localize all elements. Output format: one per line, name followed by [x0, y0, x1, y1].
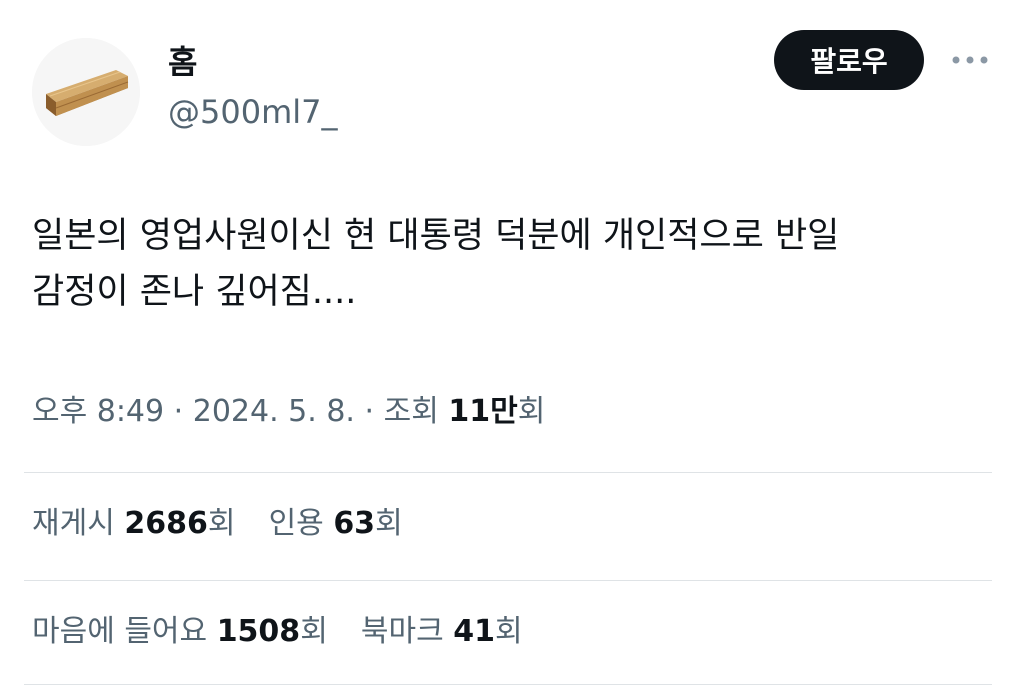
separator: ·	[173, 394, 184, 429]
display-name[interactable]: 홈	[168, 40, 197, 84]
tweet-time[interactable]: 오후 8:49	[32, 394, 164, 429]
quotes-label: 인용	[268, 506, 324, 541]
tweet-text: 일본의 영업사원이신 현 대통령 덕분에 개인적으로 반일 감정이 존나 깊어짐…	[32, 208, 992, 320]
separator: ·	[364, 394, 375, 429]
more-horizontal-icon	[952, 56, 988, 64]
tweet-text-line: 감정이 존나 깊어짐....	[32, 272, 357, 312]
retweets-count: 2686	[124, 506, 208, 541]
quotes-count: 63	[333, 506, 376, 541]
stats-row-reposts: 재게시 2686회 인용 63회	[32, 500, 403, 548]
avatar[interactable]	[32, 38, 140, 146]
tweet-text-line: 일본의 영업사원이신 현 대통령 덕분에 개인적으로 반일	[32, 216, 840, 256]
bookmarks-stat[interactable]: 북마크 41회	[361, 608, 523, 656]
retweets-unit: 회	[207, 506, 236, 541]
user-handle[interactable]: @500ml7_	[168, 90, 338, 134]
stats-row-likes: 마음에 들어요 1508회 북마크 41회	[32, 608, 523, 656]
more-button[interactable]	[946, 44, 994, 76]
divider	[24, 580, 992, 581]
retweets-label: 재게시	[32, 506, 115, 541]
follow-button[interactable]: 팔로우	[774, 30, 924, 90]
tweet-meta: 오후 8:49 · 2024. 5. 8. · 조회 11만회	[32, 388, 545, 436]
views-count: 11만	[448, 394, 518, 429]
likes-unit: 회	[300, 614, 328, 649]
views-unit: 회	[517, 394, 546, 429]
bookmarks-unit: 회	[495, 614, 523, 649]
divider	[24, 684, 992, 685]
views-label: 조회	[383, 394, 439, 429]
retweets-stat[interactable]: 재게시 2686회	[32, 500, 235, 548]
tweet-date[interactable]: 2024. 5. 8.	[193, 394, 355, 429]
bookmarks-label: 북마크	[360, 614, 444, 649]
likes-stat[interactable]: 마음에 들어요 1508회	[32, 608, 328, 656]
coffin-icon	[32, 38, 140, 146]
likes-count: 1508	[216, 614, 301, 649]
divider	[24, 472, 992, 473]
likes-label: 마음에 들어요	[32, 614, 208, 649]
bookmarks-count: 41	[453, 614, 495, 649]
quotes-unit: 회	[375, 506, 403, 541]
quotes-stat[interactable]: 인용 63회	[269, 500, 403, 548]
